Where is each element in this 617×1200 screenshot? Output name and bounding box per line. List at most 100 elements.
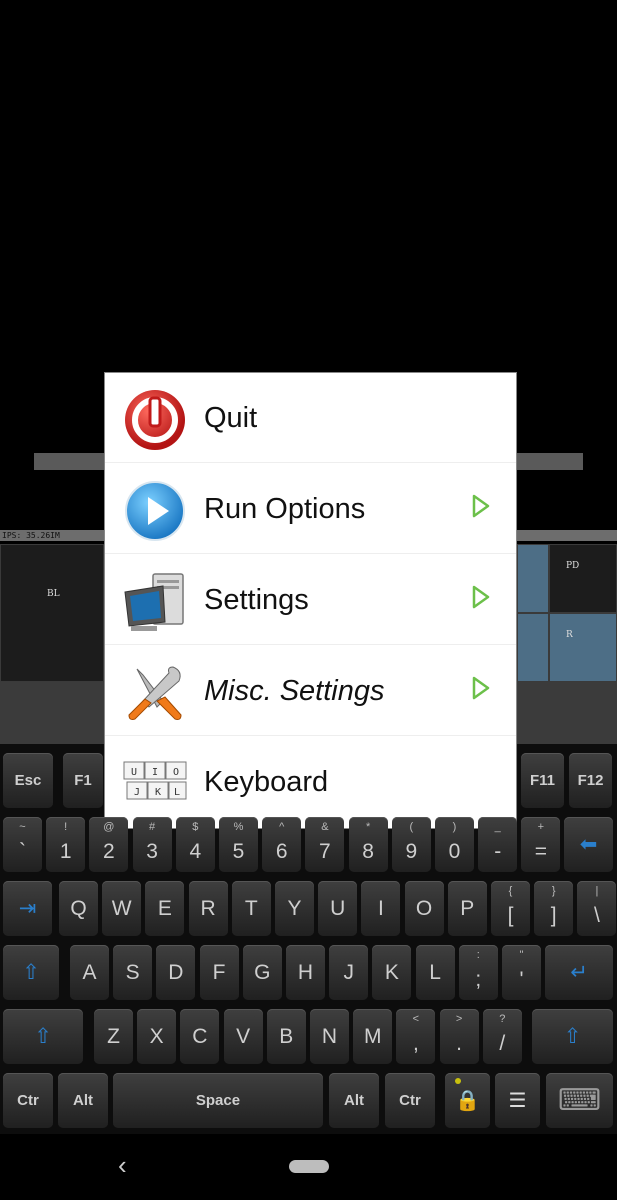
menu-item-settings[interactable]: Settings [105, 555, 516, 645]
key-k[interactable]: K [372, 945, 412, 1000]
key-f1[interactable]: F1 [63, 753, 103, 808]
key-lock[interactable]: 🔒 [445, 1073, 490, 1128]
tab-icon: ⇥ [18, 897, 37, 920]
key-label: Space [195, 1092, 241, 1109]
key-label: . [456, 1031, 463, 1055]
menu-item-run-options[interactable]: Run Options [105, 464, 516, 554]
key-p[interactable]: P [447, 881, 487, 936]
key-0-number-row[interactable]: ` ~ [3, 817, 42, 872]
key-6-number-row[interactable]: 6 ^ [262, 817, 302, 872]
key-esc[interactable]: Esc [3, 753, 53, 808]
key-f11[interactable]: F11 [521, 753, 564, 808]
key-label: X [149, 1024, 164, 1048]
key-j[interactable]: J [329, 945, 369, 1000]
key-row4-10[interactable]: ' " [502, 945, 541, 1000]
key-s[interactable]: S [113, 945, 153, 1000]
key-shift-label: ~ [19, 821, 26, 833]
touch-zone-r[interactable]: R [549, 613, 617, 682]
key-t[interactable]: T [231, 881, 271, 936]
home-pill[interactable] [289, 1160, 329, 1173]
key-row3-11[interactable]: ]} [534, 881, 574, 936]
key-z[interactable]: Z [94, 1009, 133, 1064]
key-alt-right[interactable]: Alt [329, 1073, 379, 1128]
key-11-number-row[interactable]: - _ [478, 817, 518, 872]
key-b[interactable]: B [266, 1009, 306, 1064]
key-label: F [212, 960, 226, 984]
menu-item-keyboard[interactable]: U I O J K L Keyboard [105, 737, 516, 827]
key-l[interactable]: L [415, 945, 455, 1000]
key-ctrl-right[interactable]: Ctr [385, 1073, 435, 1128]
key-label: Y [287, 896, 302, 920]
touch-zone-bl[interactable]: BL [0, 544, 104, 682]
menu-item-misc-settings[interactable]: Misc. Settings [105, 646, 516, 736]
key-caps-lock[interactable]: ⇧ [3, 945, 59, 1000]
key-shift-left[interactable]: ⇧ [3, 1009, 83, 1064]
key-label: E [157, 896, 172, 920]
key-f[interactable]: F [199, 945, 239, 1000]
key-x[interactable]: X [137, 1009, 177, 1064]
key-shift-label: < [412, 1013, 420, 1025]
key-e[interactable]: E [145, 881, 185, 936]
key-label: ; [475, 967, 482, 991]
key-row3-10[interactable]: [{ [491, 881, 530, 936]
key-alt-left[interactable]: Alt [58, 1073, 108, 1128]
touch-zone-mid[interactable] [517, 544, 549, 613]
menu-item-quit[interactable]: Quit [105, 373, 516, 463]
key-m[interactable]: M [353, 1009, 393, 1064]
key-enter[interactable]: ↵ [545, 945, 613, 1000]
key-w[interactable]: W [102, 881, 142, 936]
key-n[interactable]: N [310, 1009, 349, 1064]
key-r[interactable]: R [188, 881, 228, 936]
key-label: J [343, 960, 354, 984]
key-a[interactable]: A [70, 945, 109, 1000]
key-5-number-row[interactable]: 5% [219, 817, 258, 872]
key-u[interactable]: U [318, 881, 358, 936]
key-12-number-row[interactable]: = + [521, 817, 561, 872]
key-d[interactable]: D [156, 945, 196, 1000]
submenu-arrow-icon [472, 676, 490, 700]
shift-icon: ⇧ [563, 1025, 582, 1048]
key-y[interactable]: Y [275, 881, 314, 936]
key-4-number-row[interactable]: 4 $ [175, 817, 215, 872]
key-label: 9 [405, 839, 418, 863]
touch-zone-mid2[interactable] [517, 613, 549, 682]
key-8-number-row[interactable]: 8 * [348, 817, 388, 872]
key-shift-label: % [233, 821, 244, 833]
key-label: O [415, 896, 433, 920]
key-o[interactable]: O [404, 881, 444, 936]
key-row4-9[interactable]: ;: [458, 945, 498, 1000]
key-label: 6 [275, 839, 288, 863]
key-q[interactable]: Q [59, 881, 98, 936]
key-2-number-row[interactable]: 2 @ [89, 817, 129, 872]
key-shift-right[interactable]: ⇧ [532, 1009, 613, 1064]
key-row5-9[interactable]: /? [482, 1009, 522, 1064]
key-f12[interactable]: F12 [569, 753, 612, 808]
key-row5-7[interactable]: , < [396, 1009, 436, 1064]
key-9-number-row[interactable]: 9( [391, 817, 431, 872]
key-row3-12[interactable]: \ | [577, 881, 617, 936]
key-3-number-row[interactable]: 3 # [132, 817, 172, 872]
key-i[interactable]: I [361, 881, 401, 936]
key-shift-label: { [508, 885, 513, 897]
key-row5-8[interactable]: . > [439, 1009, 479, 1064]
key-label: / [499, 1031, 506, 1055]
key-label: 7 [319, 839, 331, 863]
key-1-number-row[interactable]: 1! [46, 817, 86, 872]
key-h[interactable]: H [286, 945, 325, 1000]
key-c[interactable]: C [180, 1009, 220, 1064]
key-menu[interactable]: ☰ [495, 1073, 540, 1128]
menu-item-label: Keyboard [204, 766, 329, 798]
key-backspace[interactable]: ⬅ [564, 817, 613, 872]
key-label: \ [593, 903, 600, 927]
tools-icon [128, 666, 182, 720]
key-hide-keyboard[interactable]: ⌨ [546, 1073, 613, 1128]
key-g[interactable]: G [242, 945, 282, 1000]
back-icon[interactable]: ‹ [118, 1150, 127, 1180]
key-ctrl-left[interactable]: Ctr [3, 1073, 53, 1128]
key-7-number-row[interactable]: 7 & [305, 817, 345, 872]
key-v[interactable]: V [223, 1009, 263, 1064]
touch-zone-pd[interactable]: PD [549, 544, 617, 613]
key-tab[interactable]: ⇥ [3, 881, 52, 936]
key-space[interactable]: Space [113, 1073, 323, 1128]
key-10-number-row[interactable]: 0) [435, 817, 474, 872]
